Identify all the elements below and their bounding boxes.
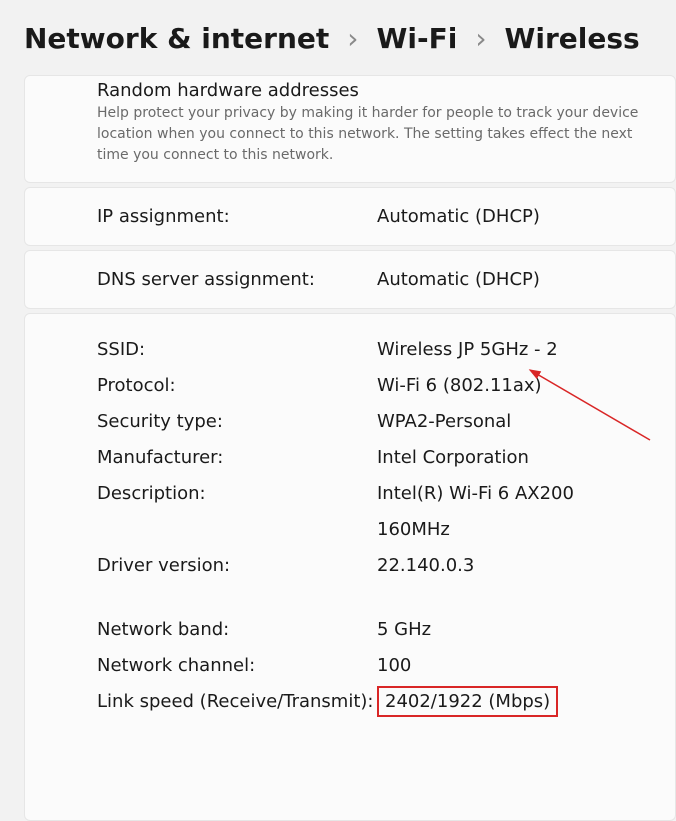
ssid-value: Wireless JP 5GHz - 2 bbox=[377, 332, 558, 368]
detail-row-protocol: Protocol: Wi-Fi 6 (802.11ax) bbox=[97, 368, 651, 404]
network-details-panel: SSID: Wireless JP 5GHz - 2 Protocol: Wi-… bbox=[24, 313, 676, 821]
chevron-right-icon: › bbox=[475, 22, 486, 55]
detail-row-ssid: SSID: Wireless JP 5GHz - 2 bbox=[97, 332, 651, 368]
detail-row-driver: Driver version: 22.140.0.3 bbox=[97, 548, 651, 584]
band-label: Network band: bbox=[97, 612, 377, 648]
ip-assignment-label: IP assignment: bbox=[97, 206, 377, 227]
manufacturer-value: Intel Corporation bbox=[377, 440, 529, 476]
chevron-right-icon: › bbox=[347, 22, 358, 55]
protocol-value: Wi-Fi 6 (802.11ax) bbox=[377, 368, 542, 404]
dns-assignment-panel[interactable]: DNS server assignment: Automatic (DHCP) bbox=[24, 250, 676, 309]
ip-assignment-value: Automatic (DHCP) bbox=[377, 206, 540, 227]
detail-row-band: Network band: 5 GHz bbox=[97, 612, 651, 648]
breadcrumb-level2[interactable]: Wi-Fi bbox=[376, 22, 457, 55]
description-value: Intel(R) Wi-Fi 6 AX200 160MHz bbox=[377, 476, 651, 548]
ssid-label: SSID: bbox=[97, 332, 377, 368]
linkspeed-label: Link speed (Receive/Transmit): bbox=[97, 684, 377, 720]
random-hw-title: Random hardware addresses bbox=[97, 80, 651, 101]
description-label: Description: bbox=[97, 476, 377, 512]
detail-row-linkspeed: Link speed (Receive/Transmit): 2402/1922… bbox=[97, 684, 651, 720]
detail-row-channel: Network channel: 100 bbox=[97, 648, 651, 684]
manufacturer-label: Manufacturer: bbox=[97, 440, 377, 476]
ip-assignment-panel[interactable]: IP assignment: Automatic (DHCP) bbox=[24, 187, 676, 246]
driver-label: Driver version: bbox=[97, 548, 377, 584]
random-hardware-addresses-panel[interactable]: Random hardware addresses Help protect y… bbox=[24, 75, 676, 183]
dns-assignment-label: DNS server assignment: bbox=[97, 269, 377, 290]
linkspeed-value: 2402/1922 (Mbps) bbox=[377, 686, 558, 717]
channel-label: Network channel: bbox=[97, 648, 377, 684]
protocol-label: Protocol: bbox=[97, 368, 377, 404]
breadcrumb-level1[interactable]: Network & internet bbox=[24, 22, 329, 55]
detail-row-manufacturer: Manufacturer: Intel Corporation bbox=[97, 440, 651, 476]
breadcrumb-level3: Wireless bbox=[505, 22, 640, 55]
random-hw-description: Help protect your privacy by making it h… bbox=[97, 103, 651, 166]
band-value: 5 GHz bbox=[377, 612, 431, 648]
detail-row-description: Description: Intel(R) Wi-Fi 6 AX200 160M… bbox=[97, 476, 651, 548]
security-label: Security type: bbox=[97, 404, 377, 440]
dns-assignment-value: Automatic (DHCP) bbox=[377, 269, 540, 290]
detail-row-security: Security type: WPA2-Personal bbox=[97, 404, 651, 440]
channel-value: 100 bbox=[377, 648, 411, 684]
driver-value: 22.140.0.3 bbox=[377, 548, 474, 584]
security-value: WPA2-Personal bbox=[377, 404, 511, 440]
breadcrumb: Network & internet › Wi-Fi › Wireless bbox=[0, 0, 676, 75]
